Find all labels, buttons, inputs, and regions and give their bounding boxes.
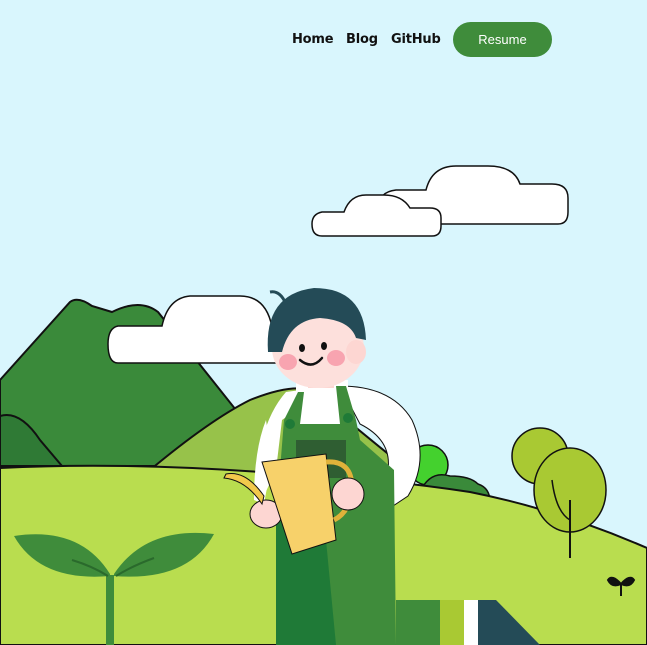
nav-link-blog[interactable]: Blog xyxy=(346,32,378,47)
top-navigation: Home Blog GitHub Resume xyxy=(0,22,647,58)
resume-button[interactable]: Resume xyxy=(453,22,552,57)
nav-link-github[interactable]: GitHub xyxy=(391,32,441,47)
nav-link-home[interactable]: Home xyxy=(292,32,334,47)
garden-illustration xyxy=(0,0,647,645)
